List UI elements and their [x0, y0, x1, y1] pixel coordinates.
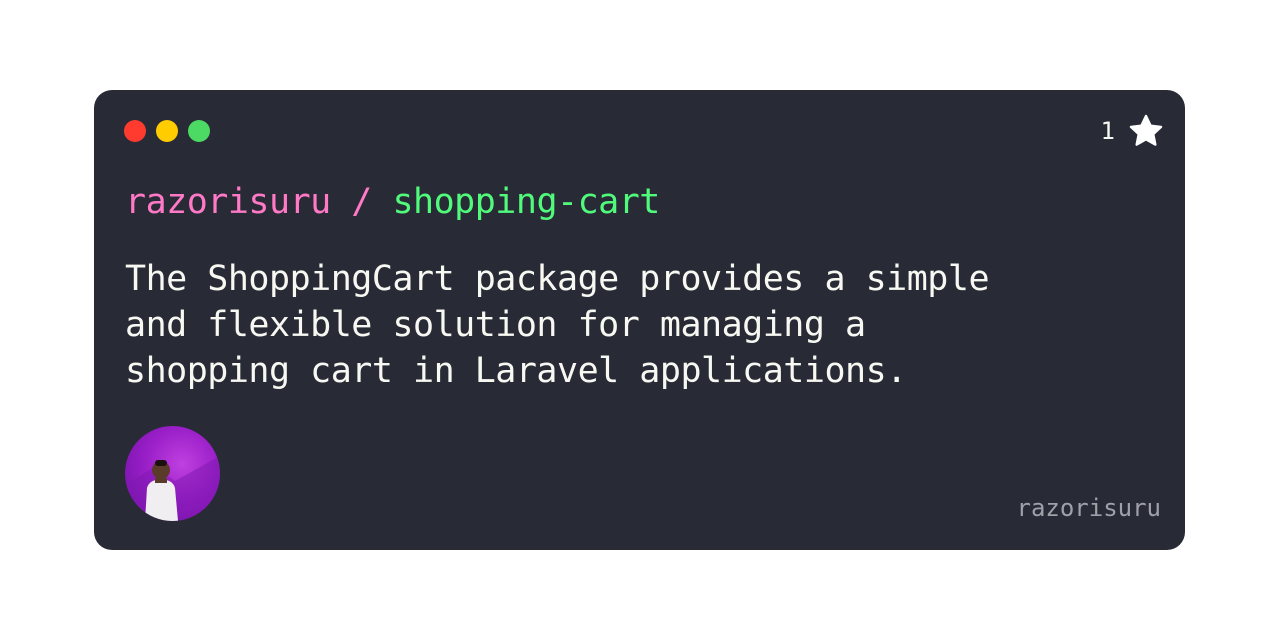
repo-title[interactable]: razorisuru / shopping-cart	[125, 182, 660, 222]
avatar[interactable]	[125, 426, 220, 521]
repo-owner[interactable]: razorisuru	[125, 182, 331, 222]
yellow-dot-icon	[156, 120, 178, 142]
repo-card: 1 razorisuru / shopping-cart The Shoppin…	[94, 90, 1185, 550]
star-count-value: 1	[1100, 117, 1115, 145]
star-count: 1	[1101, 112, 1165, 150]
avatar-photo-icon	[125, 456, 220, 521]
repo-description: The ShoppingCart package provides a simp…	[125, 259, 990, 391]
repo-separator: /	[330, 182, 393, 222]
window-dots	[124, 120, 210, 142]
red-dot-icon	[124, 120, 146, 142]
username[interactable]: razorisuru	[1017, 494, 1162, 522]
green-dot-icon	[188, 120, 210, 142]
repo-name[interactable]: shopping-cart	[392, 182, 660, 222]
star-icon	[1129, 114, 1163, 146]
